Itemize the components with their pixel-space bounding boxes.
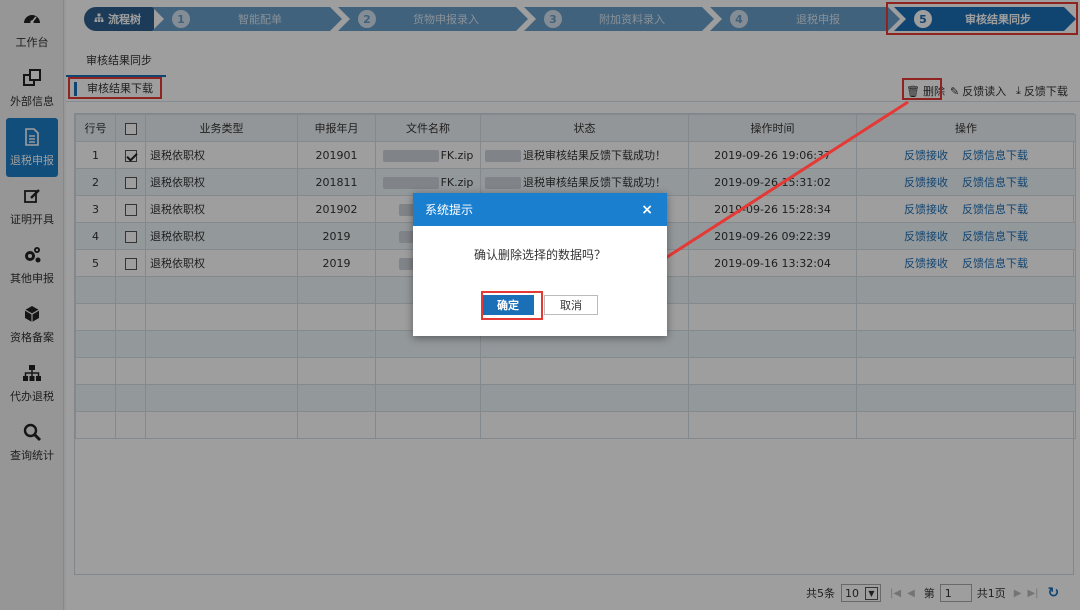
dialog-message: 确认删除选择的数据吗？ [473,248,606,262]
dialog-header: 系统提示 × [413,193,667,226]
dialog-title: 系统提示 [425,203,474,217]
confirm-dialog: 系统提示 × 确认删除选择的数据吗？ 确定 取消 [413,193,667,336]
close-icon[interactable]: × [641,202,653,218]
cancel-button[interactable]: 取消 [544,295,598,315]
highlight-box-confirm [481,291,543,320]
